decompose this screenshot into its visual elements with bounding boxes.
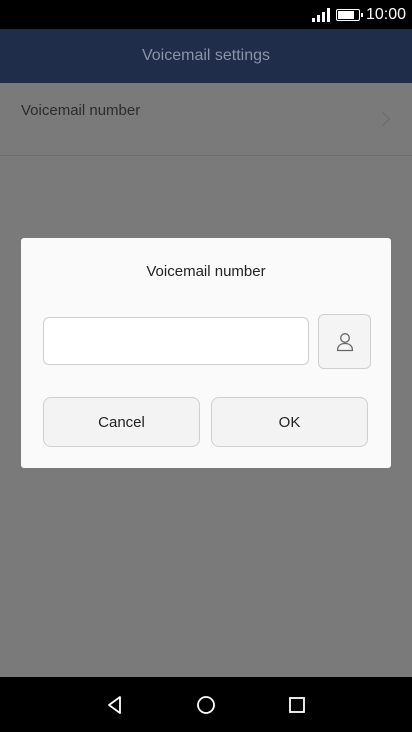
navigation-bar — [0, 677, 412, 732]
status-icons: 10:00 — [311, 5, 406, 25]
contact-person-icon — [336, 332, 353, 351]
battery-icon — [335, 9, 363, 21]
status-bar: 10:00 — [0, 0, 412, 29]
page-title: Voicemail settings — [141, 47, 271, 64]
cancel-button[interactable]: Cancel — [43, 397, 200, 447]
ok-button[interactable]: OK — [211, 397, 368, 447]
battery-fill — [337, 11, 354, 19]
voicemail-number-input[interactable] — [43, 317, 309, 365]
home-button[interactable] — [191, 690, 221, 720]
home-icon — [197, 696, 215, 714]
back-icon — [108, 696, 121, 714]
list-item-voicemail-number[interactable]: Voicemail number — [0, 83, 412, 156]
back-button[interactable] — [100, 690, 130, 720]
status-time: 10:00 — [365, 6, 406, 23]
contact-picker-button[interactable] — [318, 314, 371, 369]
recents-icon — [289, 697, 305, 713]
chevron-right-icon — [375, 111, 391, 127]
list-item-label: Voicemail number — [21, 102, 141, 119]
recents-button[interactable] — [282, 690, 312, 720]
signal-icon — [311, 8, 330, 22]
voicemail-number-dialog: Voicemail number Cancel OK — [21, 238, 391, 468]
dialog-title: Voicemail number — [146, 263, 266, 280]
app-header: Voicemail settings — [0, 29, 412, 83]
